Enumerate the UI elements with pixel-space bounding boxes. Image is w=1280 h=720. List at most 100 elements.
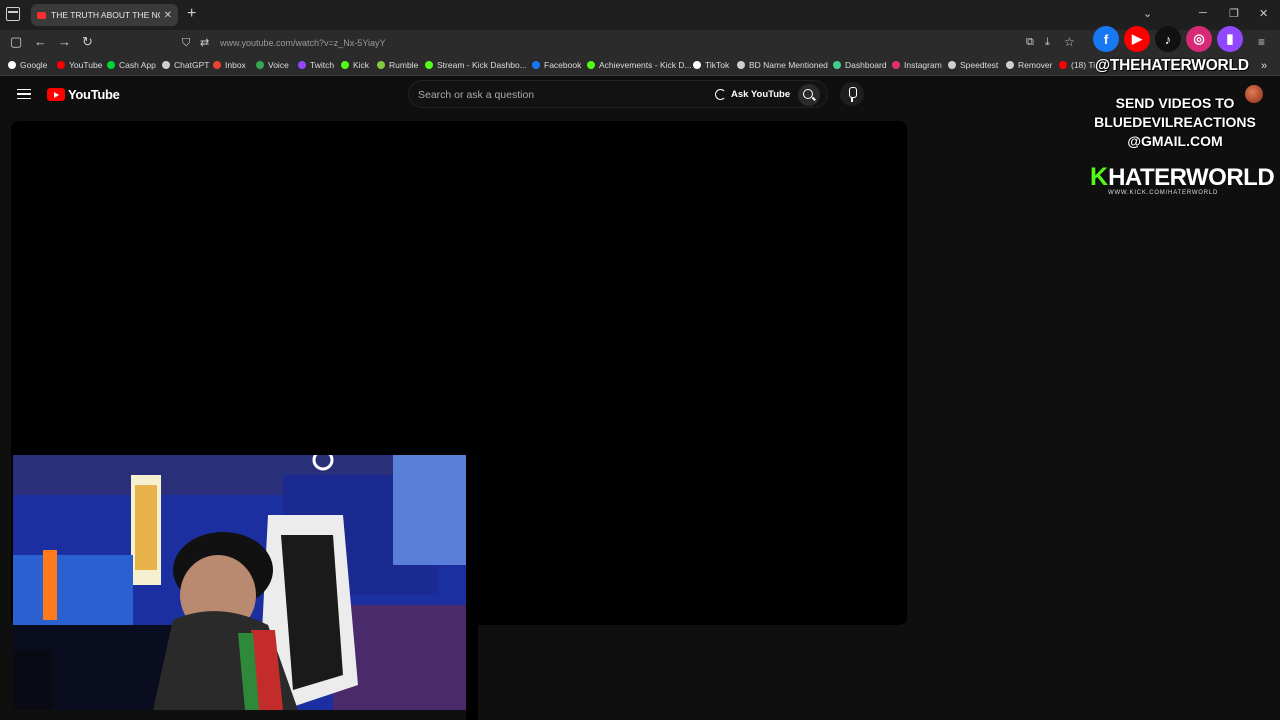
bookmark-label: Dashboard — [845, 60, 887, 70]
hamburger-menu-icon[interactable] — [17, 89, 31, 99]
site-settings-icon[interactable]: ⇄ — [200, 36, 209, 50]
tab-title: THE TRUTH ABOUT THE NO JU — [51, 10, 160, 20]
reload-button[interactable]: ↻ — [82, 35, 93, 49]
restore-button[interactable]: ❐ — [1229, 7, 1239, 20]
bookmark-item[interactable]: YouTube — [57, 60, 102, 70]
bookmark-label: Rumble — [389, 60, 419, 70]
forward-button[interactable]: → — [58, 35, 71, 49]
bookmark-favicon-icon — [587, 61, 595, 69]
bookmark-item[interactable]: Facebook — [532, 60, 581, 70]
back-button[interactable]: ← — [34, 35, 47, 49]
bookmark-favicon-icon — [256, 61, 264, 69]
kick-brand-word: HATERWORLD — [1108, 164, 1275, 191]
bookmark-item[interactable]: Google — [8, 60, 47, 70]
search-placeholder: Search or ask a question — [418, 89, 535, 101]
bookmark-item[interactable]: Achievements - Kick D... — [587, 60, 692, 70]
bookmark-item[interactable]: Voice — [256, 60, 289, 70]
bookmark-favicon-icon — [532, 61, 540, 69]
bookmark-item[interactable]: Twitch — [298, 60, 334, 70]
bookmark-item[interactable]: Remover — [1006, 60, 1052, 70]
url-text: www.youtube.com/watch?v=z_Nx-5YiayY — [220, 38, 386, 48]
ask-youtube-label: Ask YouTube — [731, 89, 791, 100]
bookmark-favicon-icon — [8, 61, 16, 69]
kick-brand-logo: K HATERWORLD — [1090, 163, 1275, 191]
bookmark-item[interactable]: (18) Ti — [1059, 60, 1095, 70]
bookmark-favicon-icon — [1059, 61, 1067, 69]
bookmark-item[interactable]: TikTok — [693, 60, 729, 70]
bookmark-favicon-icon — [1006, 61, 1014, 69]
tiktok-icon: ♪ — [1155, 26, 1181, 52]
bookmark-item[interactable]: Instagram — [892, 60, 942, 70]
youtube-favicon-icon — [37, 11, 46, 19]
bookmark-label: Voice — [268, 60, 289, 70]
menu-icon[interactable]: ≡ — [1258, 35, 1265, 49]
bookmark-label: Speedtest — [960, 60, 999, 70]
bookmark-item[interactable]: BD Name Mentioned — [737, 60, 828, 70]
new-tab-button[interactable]: + — [187, 6, 196, 22]
youtube-logo[interactable]: YouTube — [47, 87, 120, 102]
bookmark-favicon-icon — [737, 61, 745, 69]
bookmark-item[interactable]: Kick — [341, 60, 369, 70]
download-icon[interactable]: ⤓ — [1045, 35, 1050, 49]
ask-sparkle-icon — [715, 89, 726, 100]
bookmarks-bar: Google YouTube Cash App ChatGPT Inbox Voice Tw… — [0, 56, 1280, 76]
bookmark-favicon-icon — [341, 61, 349, 69]
bookmark-favicon-icon — [833, 61, 841, 69]
bookmark-favicon-icon — [162, 61, 170, 69]
bookmark-item[interactable]: Speedtest — [948, 60, 998, 70]
send-line-3: @GMAIL.COM — [1127, 133, 1223, 149]
bookmark-label: Twitch — [310, 60, 335, 70]
webcam-feed — [13, 455, 466, 710]
bookmark-label: Stream - Kick Dashbo... — [437, 60, 527, 70]
bookmark-star-icon[interactable]: ☆ — [1064, 35, 1075, 49]
tab-actions-icon[interactable] — [6, 7, 20, 21]
bookmark-label: TikTok — [705, 60, 730, 70]
kick-k-mark: K — [1090, 163, 1109, 191]
bookmark-label: Cash App — [119, 60, 156, 70]
sidebar-toggle-icon[interactable]: ▢ — [10, 35, 22, 49]
bookmark-favicon-icon — [948, 61, 956, 69]
bookmark-label: Google — [20, 60, 48, 70]
bookmark-label: Achievements - Kick D... — [599, 60, 692, 70]
more-bookmarks-icon[interactable]: » — [1261, 60, 1267, 72]
ask-youtube-button[interactable]: Ask YouTube — [709, 84, 796, 105]
bookmark-favicon-icon — [425, 61, 433, 69]
webcam-image — [13, 455, 466, 710]
tab-search-chevron-icon[interactable]: ⌄ — [1143, 7, 1152, 20]
browser-tab-strip: THE TRUTH ABOUT THE NO JU ✕ + ⌄ ─ ❐ ✕ — [0, 0, 1280, 30]
browser-tab[interactable]: THE TRUTH ABOUT THE NO JU ✕ — [31, 4, 178, 26]
bookmark-label: BD Name Mentioned — [749, 60, 828, 70]
bookmark-favicon-icon — [377, 61, 385, 69]
bookmark-favicon-icon — [57, 61, 65, 69]
browser-navbar: ▢ ← → ↻ ⛉ ⇄ www.youtube.com/watch?v=z_Nx… — [0, 30, 1280, 56]
youtube-icon: ▶ — [1124, 26, 1150, 52]
send-videos-text: SEND VIDEOS TO BLUEDEVILREACTIONS @GMAIL… — [1085, 94, 1265, 151]
search-button[interactable] — [798, 84, 820, 106]
voice-search-button[interactable] — [840, 82, 864, 106]
bookmark-favicon-icon — [693, 61, 701, 69]
bookmark-label: Facebook — [544, 60, 582, 70]
bookmark-label: Inbox — [225, 60, 246, 70]
kick-url: WWW.KICK.COM/HATERWORLD — [1108, 190, 1219, 196]
bookmark-favicon-icon — [298, 61, 306, 69]
bookmark-favicon-icon — [107, 61, 115, 69]
bookmark-item[interactable]: Cash App — [107, 60, 156, 70]
send-line-1: SEND VIDEOS TO — [1115, 95, 1235, 111]
bookmark-item[interactable]: Dashboard — [833, 60, 887, 70]
bookmark-item[interactable]: ChatGPT — [162, 60, 209, 70]
screen: THE TRUTH ABOUT THE NO JU ✕ + ⌄ ─ ❐ ✕ ▢ … — [0, 0, 1280, 720]
bookmark-item[interactable]: Rumble — [377, 60, 418, 70]
shield-icon[interactable]: ⛉ — [182, 36, 190, 50]
bookmark-label: YouTube — [69, 60, 103, 70]
search-input[interactable]: Search or ask a question Ask YouTube — [408, 80, 828, 108]
address-bar[interactable]: ⛉ ⇄ www.youtube.com/watch?v=z_Nx-5YiayY — [180, 33, 1080, 53]
minimize-button[interactable]: ─ — [1199, 7, 1207, 19]
bookmark-item[interactable]: Inbox — [213, 60, 246, 70]
tab-close-icon[interactable]: ✕ — [164, 10, 172, 21]
bookmark-favicon-icon — [213, 61, 221, 69]
close-window-button[interactable]: ✕ — [1259, 7, 1268, 20]
channel-handle: @THEHATERWORLD — [1095, 57, 1249, 74]
bookmark-label: ChatGPT — [174, 60, 210, 70]
bookmark-item[interactable]: Stream - Kick Dashbo... — [425, 60, 527, 70]
screenshot-icon[interactable]: ⧉ — [1026, 35, 1034, 49]
